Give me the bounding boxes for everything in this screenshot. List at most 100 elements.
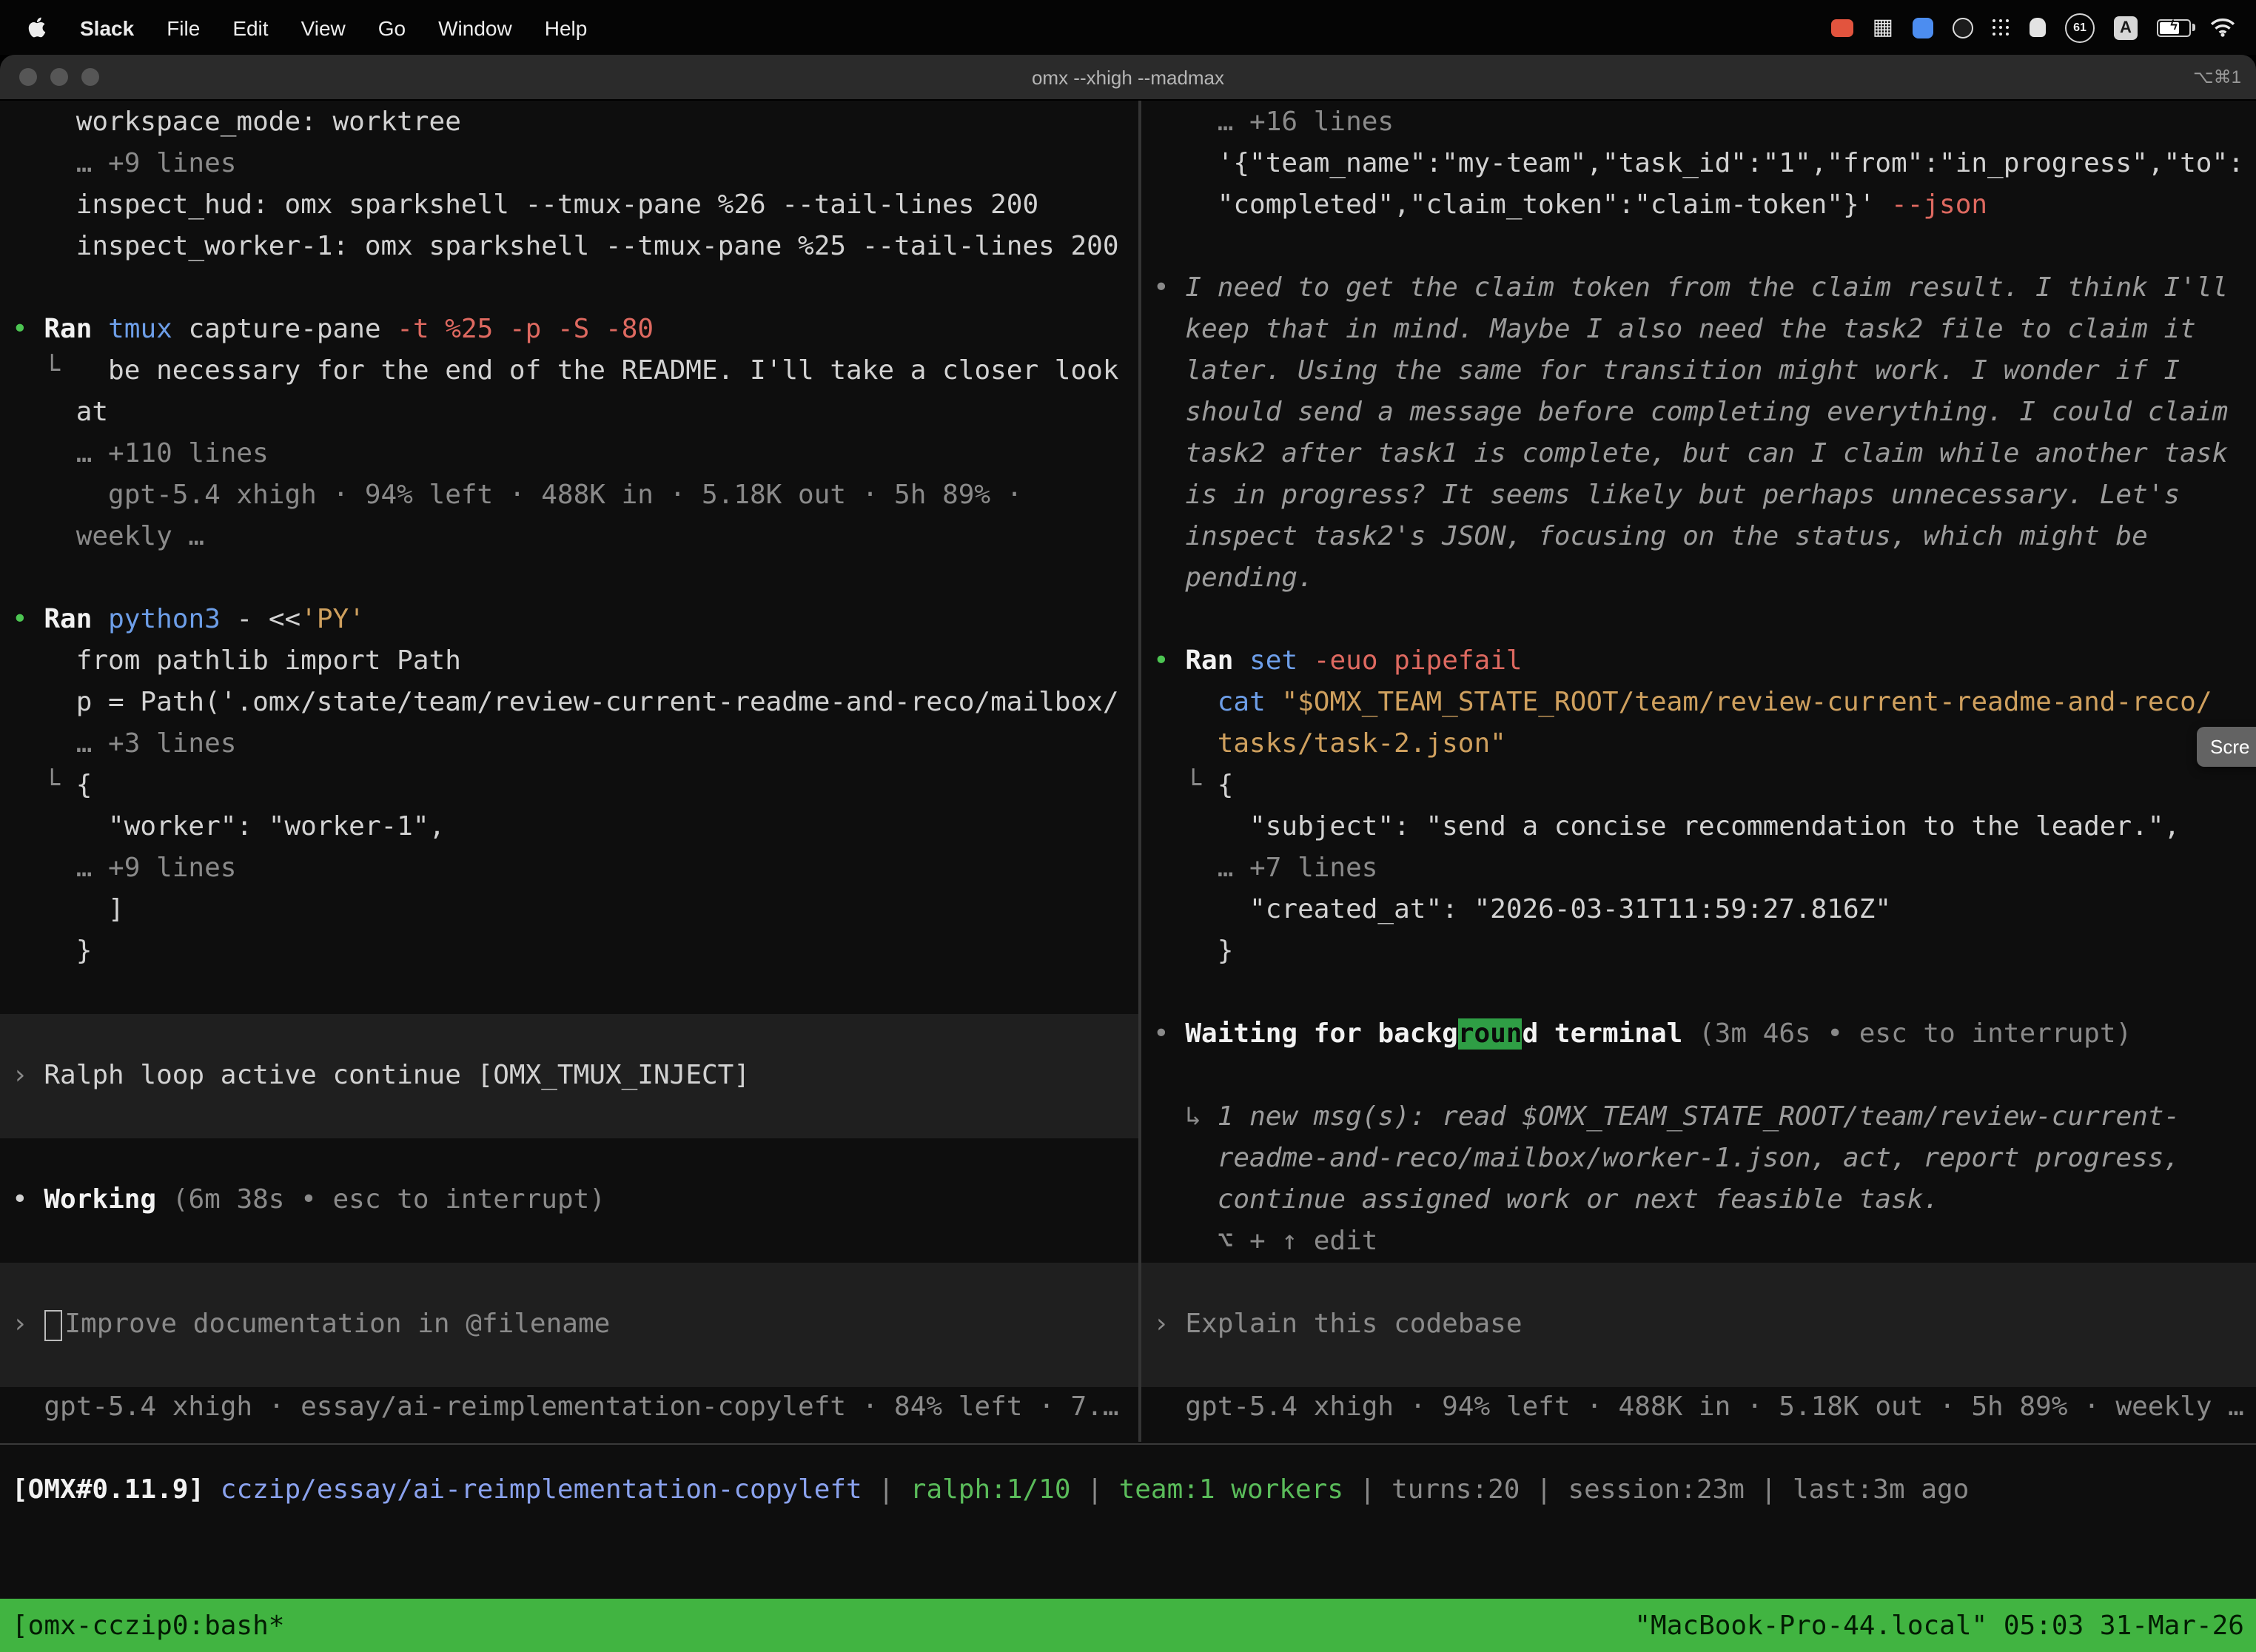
text-segment: readme-and-reco/mailbox/worker-1.json, a…: [1153, 1143, 2180, 1174]
terminal-line: ]: [0, 890, 1138, 931]
text-segment: 1 new msg(s): read $OMX_TEAM_STATE_ROOT/…: [1218, 1101, 2180, 1132]
terminal-line: '{"team_name":"my-team","task_id":"1","f…: [1141, 144, 2256, 185]
text-segment: last:3m ago: [1793, 1474, 1969, 1505]
app-blob-icon[interactable]: [2030, 18, 2046, 37]
right-pane-lines: … +16 lines '{"team_name":"my-team","tas…: [1141, 101, 2256, 1443]
input-source-icon[interactable]: A: [2114, 16, 2138, 39]
terminal-line: … +110 lines: [0, 434, 1138, 475]
text-segment: I need to get the claim token from the c…: [1185, 272, 2228, 303]
dark-ring-app-icon[interactable]: [1953, 17, 1973, 38]
menu-item-view[interactable]: View: [301, 16, 346, 39]
text-segment: Ran: [44, 314, 92, 345]
left-pane-lines: workspace_mode: worktree … +9 lines insp…: [0, 101, 1138, 1443]
dots-grid-app-icon[interactable]: [1993, 19, 2010, 36]
terminal-content[interactable]: workspace_mode: worktree … +9 lines insp…: [0, 101, 2256, 1599]
battery-icon[interactable]: ϟ: [2157, 19, 2191, 36]
menu-items: File Edit View Go Window Help: [167, 16, 587, 39]
terminal-line: inspect task2's JSON, focusing on the st…: [1141, 517, 2256, 558]
text-segment: •: [12, 604, 28, 635]
terminal-line: gpt-5.4 xhigh · 94% left · 488K in · 5.1…: [0, 475, 1138, 517]
text-segment: └: [12, 355, 60, 386]
terminal-line: inspect_worker-1: omx sparkshell --tmux-…: [0, 226, 1138, 268]
text-segment: … +9 lines: [12, 853, 236, 884]
menu-item-help[interactable]: Help: [545, 16, 588, 39]
text-segment: [1169, 645, 1186, 676]
text-segment: "$OMX_TEAM_STATE_ROOT/team/review-curren…: [1281, 687, 2212, 718]
terminal-line: is in progress? It seems likely but perh…: [1141, 475, 2256, 517]
text-segment: capture-pane: [172, 314, 381, 345]
screen-tooltip: Scre: [2197, 727, 2256, 767]
hud-separator: [0, 1443, 2256, 1445]
text-segment: continue assigned work or next feasible …: [1153, 1184, 1939, 1215]
text-segment: '{"team_name":"my-team","task_id":"1","f…: [1153, 148, 2244, 179]
text-segment: └: [1153, 770, 1201, 801]
text-segment: "created_at": "2026-03-31T11:59:27.816Z": [1153, 894, 1891, 925]
terminal-line: [0, 1014, 1138, 1055]
terminal-line: … +7 lines: [1141, 848, 2256, 890]
text-segment: [28, 314, 44, 345]
close-button[interactable]: [19, 68, 37, 86]
terminal-line: [1141, 600, 2256, 641]
text-segment: Ralph loop active continue [OMX_TMUX_INJ…: [28, 1060, 750, 1091]
text-segment: [92, 314, 108, 345]
text-segment: }: [1153, 936, 1233, 967]
menu-app-name[interactable]: Slack: [80, 16, 134, 39]
text-segment: (3m 46s • esc to interrupt): [1682, 1018, 2132, 1050]
text-segment: "completed","claim_token":"claim-token"}…: [1153, 189, 1875, 221]
text-segment: |: [1745, 1474, 1793, 1505]
window-titlebar[interactable]: omx --xhigh --madmax ⌥⌘1: [0, 55, 2256, 101]
text-segment: (6m 38s • esc to interrupt): [156, 1184, 605, 1215]
zoom-button[interactable]: [81, 68, 99, 86]
text-segment: {: [60, 770, 92, 801]
text-segment: [92, 604, 108, 635]
traffic-lights: [19, 68, 99, 86]
terminal-line: [0, 1138, 1138, 1180]
terminal-line: • Ran tmux capture-pane -t %25 -p -S -80: [0, 309, 1138, 351]
menu-item-file[interactable]: File: [167, 16, 200, 39]
text-segment: inspect task2's JSON, focusing on the st…: [1153, 521, 2148, 552]
text-segment: task2 after task1 is complete, but can I…: [1153, 438, 2228, 469]
text-segment: at: [12, 397, 108, 428]
text-segment: inspect_hud: omx sparkshell --tmux-pane …: [12, 189, 1038, 221]
terminal-line: [0, 973, 1138, 1014]
text-segment: •: [12, 1184, 28, 1215]
wifi-icon[interactable]: [2210, 18, 2235, 37]
terminal-window: omx --xhigh --madmax ⌥⌘1 workspace_mode:…: [0, 55, 2256, 1652]
pane-divider[interactable]: [1138, 101, 1141, 1442]
terminal-line: readme-and-reco/mailbox/worker-1.json, a…: [1141, 1138, 2256, 1180]
text-segment: •: [12, 314, 28, 345]
minimize-button[interactable]: [50, 68, 68, 86]
text-segment: cczip/essay/ai-reimplementation-copyleft: [221, 1474, 862, 1505]
terminal-line: }: [0, 931, 1138, 973]
menu-item-window[interactable]: Window: [438, 16, 512, 39]
text-segment: └: [12, 770, 60, 801]
screen-recording-indicator-icon[interactable]: [1831, 19, 1853, 36]
text-segment: }: [12, 936, 92, 967]
terminal-line: [1141, 1263, 2256, 1304]
text-segment: gpt-5.4 xhigh · 94% left · 488K in · 5.1…: [1153, 1391, 2244, 1423]
text-segment: later. Using the same for transition mig…: [1153, 355, 2180, 386]
text-segment: - <<: [221, 604, 301, 635]
apple-menu-icon[interactable]: [27, 15, 47, 40]
blue-app-icon[interactable]: [1913, 17, 1933, 38]
text-segment: Explain this codebase: [1169, 1309, 1523, 1340]
text-segment: |: [1520, 1474, 1568, 1505]
menu-bar-left: Slack File Edit View Go Window Help: [0, 15, 587, 40]
menu-item-go[interactable]: Go: [378, 16, 406, 39]
battery-ring-icon[interactable]: 61: [2065, 13, 2095, 42]
terminal-line: should send a message before completing …: [1141, 392, 2256, 434]
terminal-line: └ {: [1141, 765, 2256, 807]
text-segment: gpt-5.4 xhigh · essay/ai-reimplementatio…: [12, 1391, 1119, 1423]
text-segment: … +3 lines: [12, 728, 236, 759]
text-segment: ⌥ + ↑ edit: [1153, 1226, 1377, 1257]
text-segment: [28, 1184, 44, 1215]
terminal-line: [0, 1346, 1138, 1387]
text-segment: "worker": "worker-1",: [12, 811, 445, 842]
text-segment: Waiting for backg: [1185, 1018, 1457, 1050]
apple-logo-icon: [27, 15, 47, 40]
window-grid-icon[interactable]: ▦: [1873, 16, 1893, 38]
menu-item-edit[interactable]: Edit: [232, 16, 268, 39]
terminal-line: pending.: [1141, 558, 2256, 600]
terminal-line: ⌥ + ↑ edit: [1141, 1221, 2256, 1263]
tmux-status-bar: [omx-cczip0:bash* "MacBook-Pro-44.local"…: [0, 1599, 2256, 1652]
